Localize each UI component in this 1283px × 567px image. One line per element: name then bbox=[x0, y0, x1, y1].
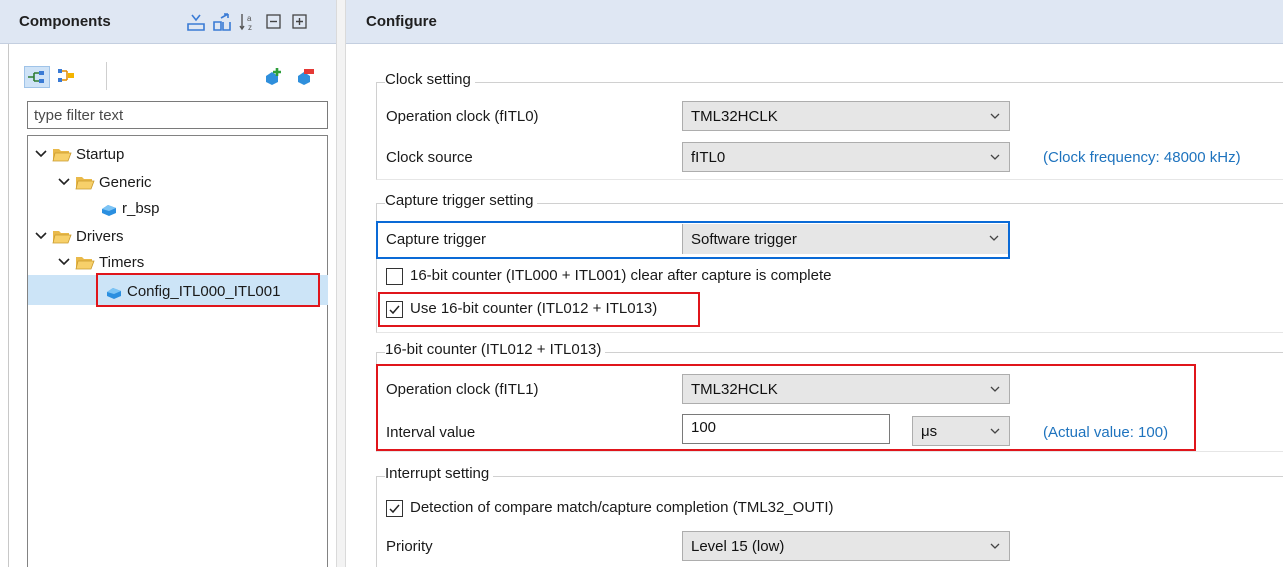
folder-open-icon bbox=[75, 254, 95, 270]
hierarchical-view-icon[interactable] bbox=[24, 66, 50, 88]
tree-item-generic[interactable]: Generic bbox=[57, 171, 152, 193]
clear-after-capture-label: 16-bit counter (ITL000 + ITL001) clear a… bbox=[410, 267, 832, 284]
priority-value: Level 15 (low) bbox=[691, 537, 785, 555]
clock-source-select[interactable]: fITL0 bbox=[682, 142, 1010, 172]
tree-item-drivers[interactable]: Drivers bbox=[34, 225, 124, 247]
capture-trigger-title: Capture trigger setting bbox=[385, 192, 538, 209]
detection-checkbox[interactable] bbox=[386, 500, 403, 517]
components-panel: Components az type filter text Startup G… bbox=[0, 0, 336, 567]
checkmark-icon bbox=[389, 504, 400, 514]
operation-clock-label: Operation clock (fITL0) bbox=[386, 108, 539, 125]
component-tree bbox=[27, 135, 328, 567]
clock-source-label: Clock source bbox=[386, 149, 473, 166]
counter-16bit-title: 16-bit counter (ITL012 + ITL013) bbox=[385, 341, 606, 358]
chevron-down-icon bbox=[989, 109, 1001, 121]
tree-item-label: Startup bbox=[76, 145, 125, 163]
clock-frequency-text: (Clock frequency: 48000 kHz) bbox=[1043, 149, 1241, 166]
folder-open-icon bbox=[52, 228, 72, 244]
expand-all-icon[interactable] bbox=[290, 12, 310, 32]
priority-label: Priority bbox=[386, 538, 433, 555]
filter-input[interactable] bbox=[27, 101, 328, 129]
sort-az-icon[interactable]: az bbox=[238, 12, 258, 32]
chevron-down-icon[interactable] bbox=[34, 147, 48, 161]
highlight-box-16bit-counter bbox=[376, 364, 1196, 451]
chevron-down-icon[interactable] bbox=[34, 229, 48, 243]
tree-item-timers[interactable]: Timers bbox=[57, 251, 144, 273]
configure-header: Configure bbox=[346, 0, 1283, 44]
components-header: Components az bbox=[0, 0, 336, 44]
chevron-down-icon bbox=[989, 539, 1001, 551]
interrupt-setting-title: Interrupt setting bbox=[385, 465, 494, 482]
tree-item-label: r_bsp bbox=[122, 199, 160, 217]
svg-text:a: a bbox=[247, 14, 252, 23]
components-title: Components bbox=[19, 13, 111, 30]
expand-view-icon[interactable] bbox=[212, 12, 232, 32]
toolbar-separator bbox=[106, 62, 107, 90]
tree-item-label: Generic bbox=[99, 173, 152, 191]
capture-trigger-value: Software trigger bbox=[691, 230, 797, 248]
folder-open-icon bbox=[75, 174, 95, 190]
folder-open-icon bbox=[52, 146, 72, 162]
tree-item-startup[interactable]: Startup bbox=[34, 143, 124, 165]
panel-sash[interactable] bbox=[336, 0, 346, 567]
clear-after-capture-checkbox[interactable] bbox=[386, 268, 403, 285]
collapse-view-icon[interactable] bbox=[186, 12, 206, 32]
operation-clock-select[interactable]: TML32HCLK bbox=[682, 101, 1010, 131]
chevron-down-icon bbox=[989, 150, 1001, 162]
flat-view-icon[interactable] bbox=[55, 66, 79, 88]
chevron-down-icon bbox=[988, 231, 1000, 243]
tree-item-r-bsp[interactable]: r_bsp bbox=[100, 197, 160, 219]
priority-select[interactable]: Level 15 (low) bbox=[682, 531, 1010, 561]
chevron-down-icon[interactable] bbox=[57, 175, 71, 189]
configure-title: Configure bbox=[366, 13, 437, 30]
capture-trigger-select[interactable]: Software trigger bbox=[682, 224, 1008, 254]
clock-setting-title: Clock setting bbox=[385, 71, 475, 88]
tree-item-label: Drivers bbox=[76, 227, 124, 245]
configure-panel: Configure Clock setting Operation clock … bbox=[346, 0, 1283, 567]
remove-component-icon[interactable] bbox=[294, 66, 316, 86]
highlight-box-use-16bit bbox=[378, 292, 700, 327]
highlight-box-selected-component bbox=[96, 273, 320, 307]
operation-clock-value: TML32HCLK bbox=[691, 107, 778, 125]
clock-source-value: fITL0 bbox=[691, 148, 726, 166]
detection-label: Detection of compare match/capture compl… bbox=[410, 499, 834, 516]
component-cube-icon bbox=[100, 200, 118, 216]
collapse-all-icon[interactable] bbox=[264, 12, 284, 32]
chevron-down-icon[interactable] bbox=[57, 255, 71, 269]
add-component-icon[interactable] bbox=[262, 66, 284, 86]
tree-item-label: Timers bbox=[99, 253, 145, 271]
svg-text:z: z bbox=[248, 23, 252, 32]
